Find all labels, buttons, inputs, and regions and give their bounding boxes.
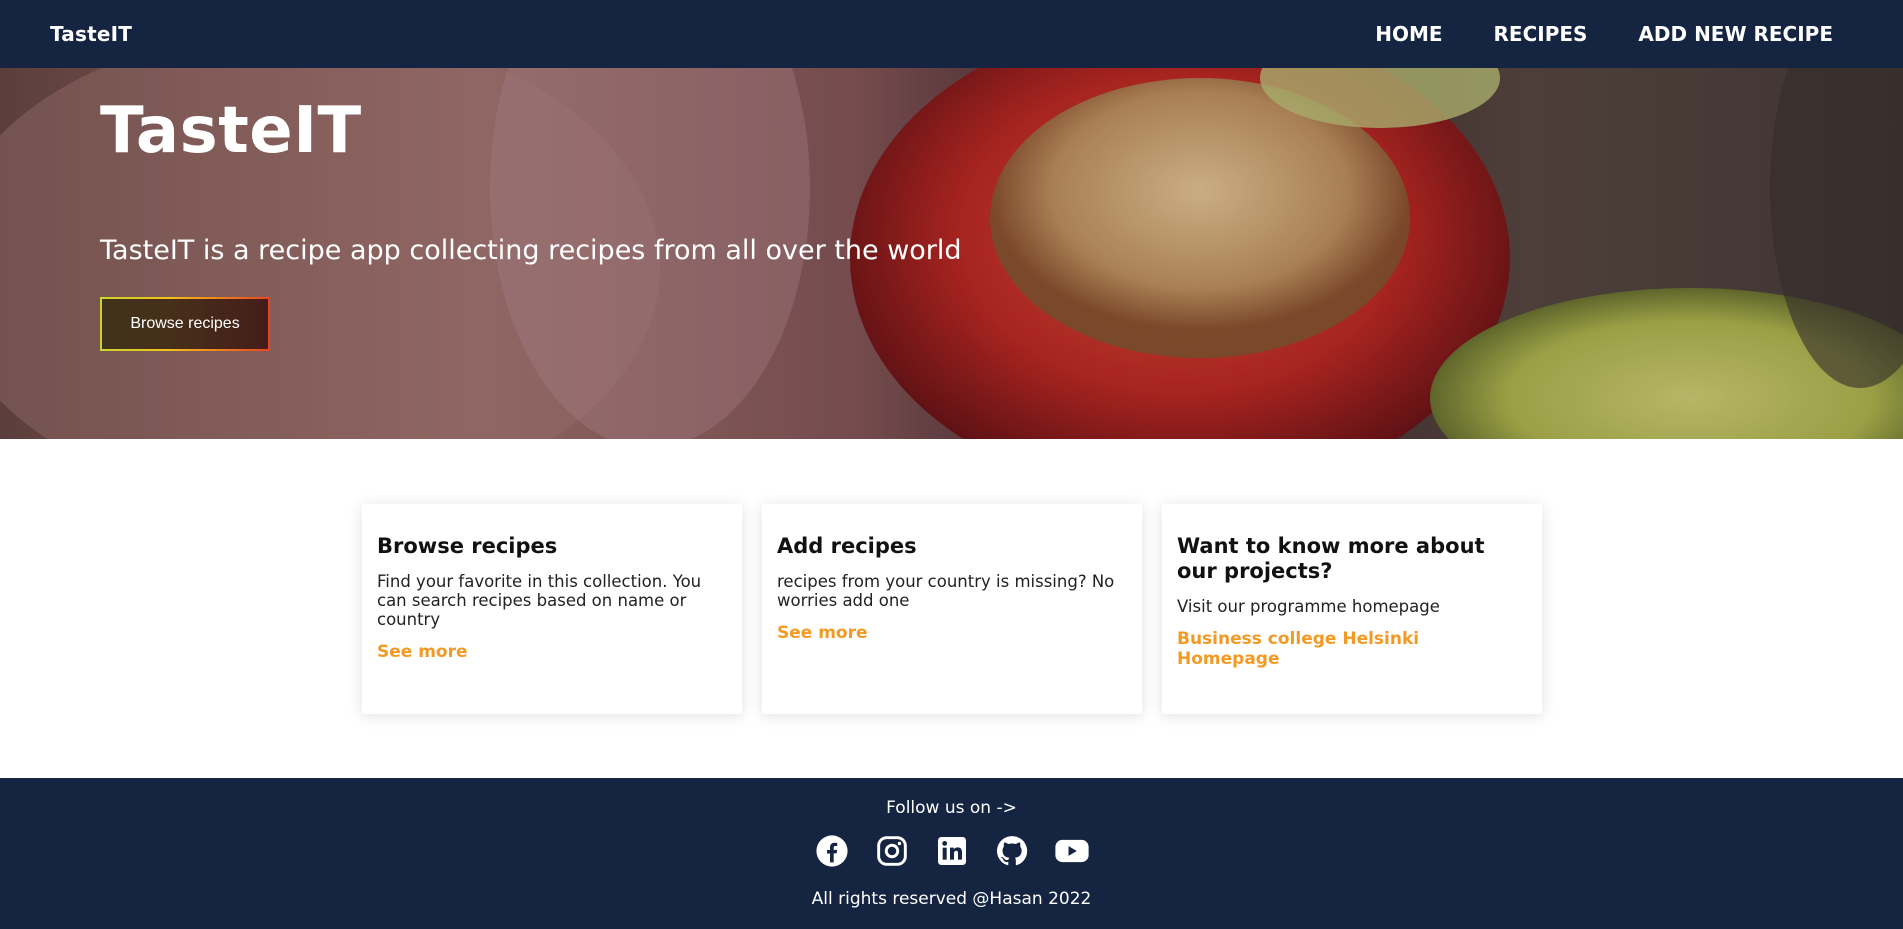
feature-cards: Browse recipes Find your favorite in thi…: [362, 504, 1542, 714]
copyright-text: All rights reserved @Hasan 2022: [811, 889, 1092, 909]
brand-logo[interactable]: TasteIT: [50, 22, 132, 46]
card-title: Add recipes: [777, 534, 917, 558]
see-more-link[interactable]: See more: [377, 642, 468, 662]
card-browse-recipes: Browse recipes Find your favorite in thi…: [362, 504, 742, 714]
card-title: Want to know more about our projects?: [1177, 534, 1485, 584]
social-links: [0, 833, 1903, 869]
browse-recipes-button[interactable]: Browse recipes: [100, 297, 270, 351]
facebook-icon[interactable]: [813, 833, 851, 869]
see-more-link[interactable]: See more: [777, 623, 868, 643]
card-projects: Want to know more about our projects? Vi…: [1162, 504, 1542, 714]
card-add-recipes: Add recipes recipes from your country is…: [762, 504, 1142, 714]
youtube-icon[interactable]: [1053, 833, 1091, 869]
github-icon[interactable]: [993, 833, 1031, 869]
hero-title: TasteIT: [100, 94, 362, 168]
instagram-icon[interactable]: [873, 833, 911, 869]
top-navbar: TasteIT HOME RECIPES ADD NEW RECIPE: [0, 0, 1903, 68]
nav-home[interactable]: HOME: [1375, 22, 1442, 46]
card-text: Visit our programme homepage: [1177, 597, 1440, 617]
homepage-link[interactable]: Business college Helsinki Homepage: [1177, 629, 1419, 669]
card-title: Browse recipes: [377, 534, 558, 558]
follow-text: Follow us on ->: [886, 798, 1017, 818]
hero-subtitle: TasteIT is a recipe app collecting recip…: [100, 235, 962, 266]
card-text: Find your favorite in this collection. Y…: [377, 572, 702, 630]
footer: Follow us on -> All rights reserved @Has…: [0, 778, 1903, 929]
linkedin-icon[interactable]: [933, 833, 971, 869]
main-nav: HOME RECIPES ADD NEW RECIPE: [1375, 22, 1833, 46]
hero-section: TasteIT TasteIT is a recipe app collecti…: [0, 68, 1903, 439]
nav-recipes[interactable]: RECIPES: [1494, 22, 1588, 46]
card-text: recipes from your country is missing? No…: [777, 572, 1115, 611]
nav-add-new-recipe[interactable]: ADD NEW RECIPE: [1638, 22, 1833, 46]
